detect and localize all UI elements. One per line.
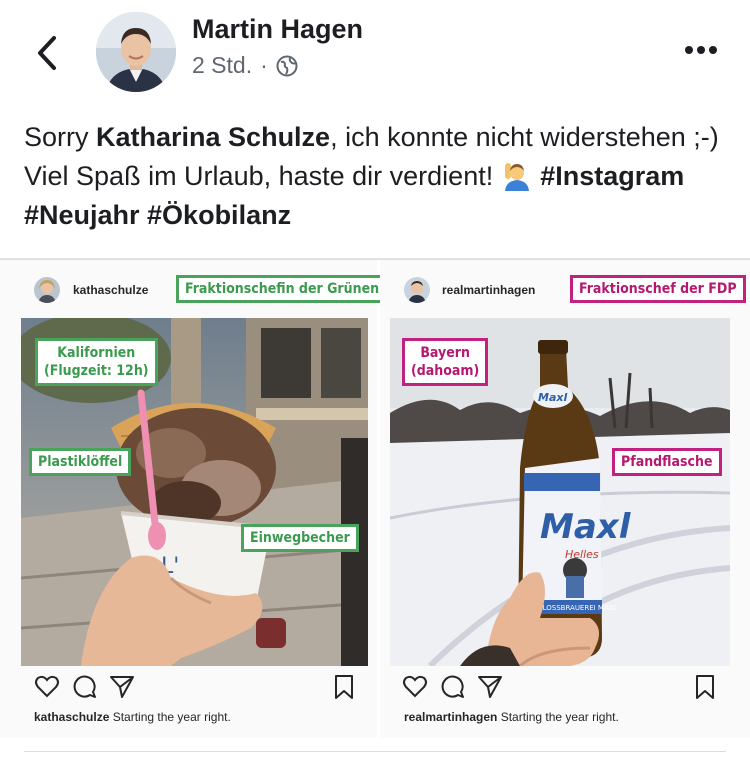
- mention-link[interactable]: Katharina Schulze: [96, 122, 330, 152]
- caption-text: Starting the year right.: [112, 710, 231, 724]
- heart-icon[interactable]: [34, 674, 60, 700]
- more-options-icon[interactable]: [683, 38, 719, 62]
- ice-cream-photo: L' Kalifornien (Flugzeit: 12h) Plastiklö…: [21, 318, 368, 666]
- instagram-post-right: realmartinhagen Fraktionschef der FDP Ma…: [380, 260, 750, 738]
- instagram-post-left: kathaschulze Fraktionschefin der Grünen: [0, 260, 389, 738]
- divider: [24, 751, 726, 752]
- post-header: Martin Hagen 2 Std. ·: [0, 0, 750, 105]
- share-icon[interactable]: [477, 674, 503, 700]
- person-raising-hand-emoji-icon: [504, 163, 529, 191]
- globe-icon: [276, 55, 298, 76]
- caption-username: realmartinhagen: [404, 710, 498, 724]
- bookmark-icon[interactable]: [692, 674, 718, 700]
- party-tag-label: Fraktionschef der FDP: [570, 275, 746, 303]
- bottle-neck-print: Maxl: [538, 391, 567, 404]
- post-time[interactable]: 2 Std.: [192, 52, 252, 79]
- beer-photo: Maxl Maxl Helles SCHLOSSBRAUEREI MAXL Ba…: [390, 318, 730, 666]
- instagram-actions: [380, 674, 750, 704]
- share-icon[interactable]: [109, 674, 135, 700]
- meta-separator: ·: [260, 52, 268, 78]
- back-arrow-icon[interactable]: [30, 34, 64, 72]
- bottle-label: Pfandflasche: [612, 448, 722, 476]
- kathaschulze-avatar: [34, 277, 60, 303]
- location-label: Bayern (dahoam): [402, 338, 489, 386]
- instagram-caption: realmartinhagen Starting the year right.: [404, 710, 619, 724]
- realmartinhagen-avatar: [404, 277, 430, 303]
- author-avatar[interactable]: [96, 12, 176, 92]
- cup-label: Einwegbecher: [241, 524, 359, 552]
- post-meta: 2 Std. ·: [192, 52, 298, 79]
- comment-icon[interactable]: [440, 674, 466, 700]
- caption-username: kathaschulze: [34, 710, 110, 724]
- heart-icon[interactable]: [402, 674, 428, 700]
- instagram-actions: [0, 674, 377, 704]
- spoon-label: Plastiklöffel: [29, 448, 132, 476]
- party-tag-label: Fraktionschefin der Grünen: [176, 275, 389, 303]
- username: realmartinhagen: [442, 283, 536, 297]
- post-text: Sorry Katharina Schulze, ich konnte nich…: [24, 118, 724, 235]
- shared-image[interactable]: kathaschulze Fraktionschefin der Grünen: [0, 259, 750, 738]
- author-name[interactable]: Martin Hagen: [192, 14, 363, 45]
- instagram-caption: kathaschulze Starting the year right.: [34, 710, 231, 724]
- instagram-header: realmartinhagen Fraktionschef der FDP: [380, 260, 750, 318]
- bookmark-icon[interactable]: [331, 674, 357, 700]
- comment-icon[interactable]: [72, 674, 98, 700]
- bottle-brand-print: Maxl: [540, 507, 632, 547]
- caption-text: Starting the year right.: [500, 710, 619, 724]
- instagram-header: kathaschulze Fraktionschefin der Grünen: [0, 260, 389, 318]
- username: kathaschulze: [73, 283, 149, 297]
- location-label: Kalifornien (Flugzeit: 12h): [35, 338, 158, 386]
- bottle-sub-print: Helles: [565, 548, 599, 561]
- post-text-part: Sorry: [24, 122, 97, 152]
